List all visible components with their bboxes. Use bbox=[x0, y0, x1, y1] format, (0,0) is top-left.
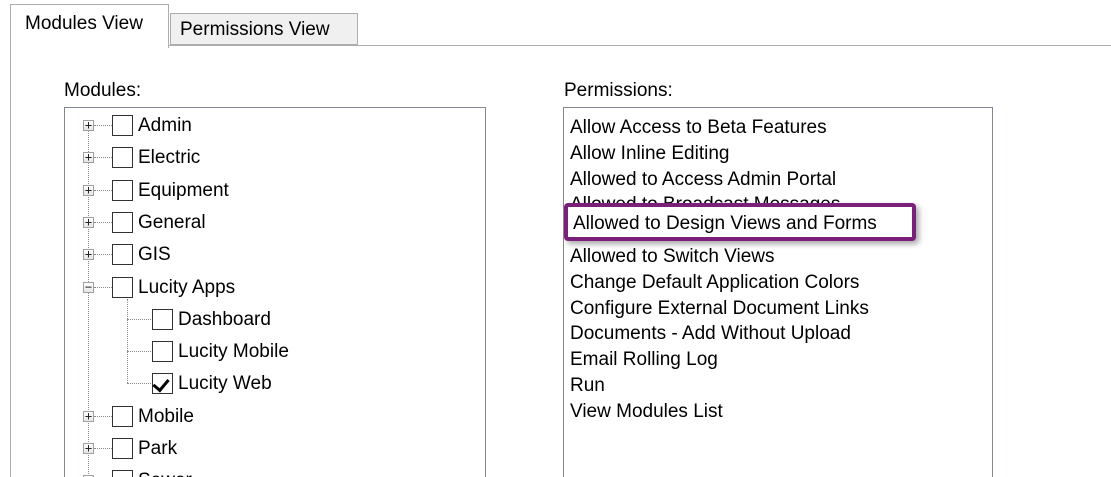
tree-node[interactable]: + Electric bbox=[65, 143, 485, 175]
module-checkbox[interactable] bbox=[152, 373, 173, 395]
module-checkbox[interactable] bbox=[152, 341, 173, 363]
module-label: GIS bbox=[138, 244, 171, 266]
tree-node[interactable]: Dashboard bbox=[65, 305, 485, 337]
tree-node[interactable]: Lucity Web bbox=[65, 369, 485, 401]
module-checkbox[interactable] bbox=[112, 211, 133, 233]
expand-icon[interactable]: + bbox=[83, 442, 94, 454]
tree-branch-line bbox=[94, 221, 112, 223]
tree-node[interactable]: + Mobile bbox=[65, 402, 485, 434]
tree-node[interactable]: + GIS bbox=[65, 240, 485, 272]
tree-node[interactable]: Lucity Mobile bbox=[65, 337, 485, 369]
tree-branch-line bbox=[94, 286, 112, 288]
module-label: Lucity Web bbox=[178, 373, 272, 395]
module-checkbox[interactable] bbox=[112, 147, 133, 169]
check-icon bbox=[152, 374, 170, 393]
tree-node[interactable]: − Lucity Apps bbox=[65, 273, 485, 305]
tree-node[interactable]: + General bbox=[65, 208, 485, 240]
tree-branch-line bbox=[94, 157, 112, 159]
module-label: Mobile bbox=[138, 405, 194, 427]
tree-branch-line bbox=[94, 254, 112, 256]
permission-item[interactable]: View Modules List bbox=[570, 400, 723, 426]
collapse-icon[interactable]: − bbox=[83, 281, 94, 293]
module-checkbox[interactable] bbox=[112, 438, 133, 459]
module-label: Electric bbox=[138, 147, 201, 169]
module-label: General bbox=[138, 211, 206, 233]
tree-branch-line bbox=[127, 383, 151, 385]
module-label: Admin bbox=[138, 115, 192, 136]
expand-icon[interactable]: + bbox=[83, 410, 94, 422]
expand-icon[interactable]: + bbox=[83, 151, 94, 164]
tab-page-border bbox=[10, 45, 11, 477]
module-checkbox[interactable] bbox=[112, 115, 133, 136]
highlight-callout: Allowed to Design Views and Forms bbox=[564, 203, 916, 241]
modules-label: Modules: bbox=[64, 80, 142, 101]
module-label: Dashboard bbox=[178, 308, 271, 330]
module-checkbox[interactable] bbox=[112, 405, 133, 427]
expand-icon[interactable]: + bbox=[83, 216, 94, 228]
permissions-label: Permissions: bbox=[564, 80, 673, 101]
module-checkbox[interactable] bbox=[112, 179, 133, 201]
tree-branch-line bbox=[94, 415, 112, 417]
permission-item[interactable]: Documents - Add Without Upload bbox=[570, 322, 851, 348]
module-label: Equipment bbox=[138, 179, 229, 201]
tree-node[interactable]: + Park bbox=[65, 434, 485, 466]
permission-item[interactable]: Email Rolling Log bbox=[570, 348, 718, 374]
tree-branch-line bbox=[127, 351, 151, 353]
permission-item[interactable]: Run bbox=[570, 374, 605, 400]
tree-branch-line bbox=[94, 448, 112, 449]
permission-item[interactable]: Allowed to Switch Views bbox=[570, 245, 775, 271]
highlighted-permission-label[interactable]: Allowed to Design Views and Forms bbox=[573, 212, 877, 235]
expand-icon[interactable]: + bbox=[83, 248, 94, 261]
permission-item[interactable]: Allow Access to Beta Features bbox=[570, 116, 827, 142]
module-checkbox[interactable] bbox=[112, 244, 133, 266]
tab-strip-rule bbox=[10, 45, 1111, 46]
tree-node[interactable]: +Sewer bbox=[65, 466, 485, 477]
permissions-dialog: Modules View Permissions View Modules: P… bbox=[0, 0, 1111, 477]
modules-tree[interactable]: + Admin + Electric + Equipment + General + GIS − Lu… bbox=[64, 107, 486, 477]
module-checkbox[interactable] bbox=[112, 470, 133, 477]
expand-icon[interactable]: + bbox=[83, 119, 94, 131]
tree-branch-line bbox=[94, 125, 112, 126]
tab-permissions-view[interactable]: Permissions View bbox=[170, 13, 358, 45]
permission-item[interactable]: Configure External Document Links bbox=[570, 297, 869, 323]
permissions-list[interactable]: Allow Access to Beta Features Allow Inlin… bbox=[563, 107, 993, 477]
module-label: Lucity Mobile bbox=[178, 341, 289, 363]
module-checkbox[interactable] bbox=[152, 308, 173, 330]
tree-node[interactable]: + Equipment bbox=[65, 176, 485, 208]
module-label: Park bbox=[138, 438, 178, 459]
tree-branch-line bbox=[94, 189, 112, 191]
module-checkbox[interactable] bbox=[112, 276, 133, 298]
module-label: Sewer bbox=[138, 469, 192, 477]
permission-item[interactable]: Allow Inline Editing bbox=[570, 142, 729, 168]
module-label: Lucity Apps bbox=[138, 276, 236, 298]
tab-modules-view[interactable]: Modules View bbox=[10, 4, 169, 48]
permission-item[interactable]: Allowed to Access Admin Portal bbox=[570, 168, 836, 194]
permission-item[interactable]: Change Default Application Colors bbox=[570, 271, 859, 297]
expand-icon[interactable]: + bbox=[83, 184, 94, 196]
tree-node[interactable]: + Admin bbox=[65, 111, 485, 143]
tree-branch-line bbox=[127, 318, 151, 320]
